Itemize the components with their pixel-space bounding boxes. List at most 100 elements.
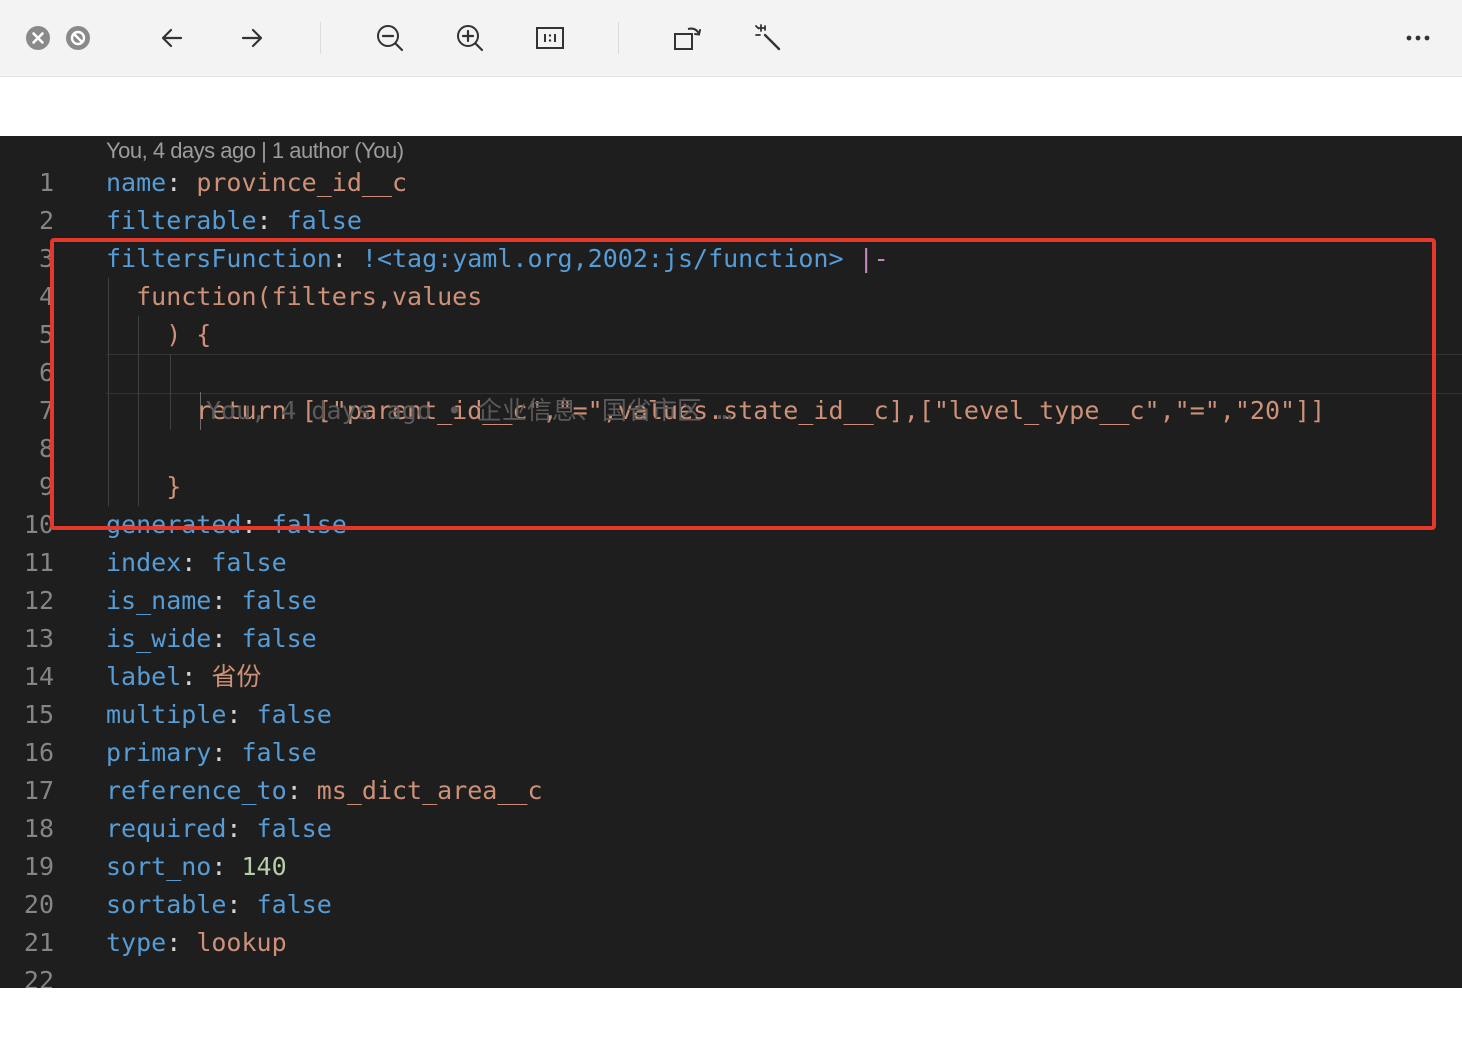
line-number: 3 [38,244,54,273]
zoom-out-icon[interactable] [372,20,408,56]
yaml-separator: : [181,662,212,691]
line-content: index: false [106,544,287,582]
code-text: } [106,472,182,501]
line-number: 19 [23,852,54,881]
code-line: 15 multiple: false [0,696,1462,734]
line-number: 12 [23,586,54,615]
yaml-separator: : [241,510,272,539]
yaml-value: 140 [241,852,287,881]
code-line: 21 type: lookup [0,924,1462,962]
yaml-key: reference_to [106,776,287,805]
yaml-value: false [241,624,317,653]
line-content: type: lookup [106,924,287,962]
yaml-key: name [106,168,167,197]
line-content: sortable: false [106,886,332,924]
code-line: 20 sortable: false [0,886,1462,924]
line-number: 11 [23,548,54,577]
line-content: multiple: false [106,696,332,734]
yaml-value: false [211,548,287,577]
line-content: sort_no: 140 [106,848,287,886]
yaml-key: is_name [106,586,212,615]
yaml-separator: : [211,738,242,767]
line-number: 4 [38,282,54,311]
zoom-in-icon[interactable] [452,20,488,56]
code-text: function(filters,values [106,282,483,311]
yaml-key: multiple [106,700,227,729]
code-editor-image: You, 4 days ago | 1 author (You) 1 name: … [0,136,1462,988]
yaml-value: !<tag:yaml.org,2002:js/function> [361,244,844,273]
code-line: 13 is_wide: false [0,620,1462,658]
yaml-separator: : [166,928,197,957]
code-line: 12 is_name: false [0,582,1462,620]
code-line: 17 reference_to: ms_dict_area__c [0,772,1462,810]
line-content: required: false [106,810,332,848]
line-number: 13 [23,624,54,653]
toolbar-divider [618,22,619,54]
stop-icon[interactable] [60,20,96,56]
forward-arrow-icon[interactable] [234,20,270,56]
rotate-icon[interactable] [670,20,706,56]
line-number: 10 [23,510,54,539]
yaml-separator: : [331,244,362,273]
line-number: 21 [23,928,54,957]
yaml-key: generated [106,510,242,539]
yaml-key: index [106,548,182,577]
code-line: 14 label: 省份 [0,658,1462,696]
code-line: 16 primary: false [0,734,1462,772]
inline-blame: You, 4 days ago • 企业信息、国省市区 … [0,354,1462,425]
line-number: 17 [23,776,54,805]
yaml-separator: : [211,586,242,615]
code-line: 22 [0,962,1462,988]
git-blame-header: You, 4 days ago | 1 author (You) [106,138,404,163]
yaml-block-indicator: |- [843,244,889,273]
yaml-key: type [106,928,167,957]
yaml-value: false [286,206,362,235]
more-icon[interactable] [1400,20,1436,56]
yaml-separator: : [211,624,242,653]
yaml-separator: : [181,548,212,577]
image-viewer-toolbar [0,0,1462,77]
line-number: 9 [38,472,54,501]
code-line: 1 name: province_id__c [0,164,1462,202]
line-content: primary: false [106,734,317,772]
magic-wand-icon[interactable] [750,20,786,56]
line-content: name: province_id__c [106,164,407,202]
yaml-separator: : [166,168,197,197]
code-text: ) { [106,320,212,349]
yaml-separator: : [226,890,257,919]
yaml-separator: : [286,776,317,805]
line-content: filterable: false [106,202,362,240]
yaml-separator: : [256,206,287,235]
line-number: 16 [23,738,54,767]
line-content: function(filters,values [106,278,482,316]
line-content: is_name: false [106,582,317,620]
yaml-separator: : [211,852,242,881]
code-line: 5 ) { [0,316,1462,354]
yaml-key: sortable [106,890,227,919]
actual-size-icon[interactable] [532,20,568,56]
back-arrow-icon[interactable] [154,20,190,56]
yaml-value: province_id__c [196,168,408,197]
code-line: 3 filtersFunction: !<tag:yaml.org,2002:js… [0,240,1462,278]
line-number: 1 [38,168,54,197]
line-number: 20 [23,890,54,919]
yaml-value: ms_dict_area__c [316,776,543,805]
yaml-value: false [241,586,317,615]
line-number: 14 [23,662,54,691]
code-line: 4 function(filters,values [0,278,1462,316]
yaml-key: sort_no [106,852,212,881]
line-content: filtersFunction: !<tag:yaml.org,2002:js/… [106,240,889,278]
code-line: 10 generated: false [0,506,1462,544]
line-content: ) { [106,316,211,354]
yaml-value: false [271,510,347,539]
code-line: 2 filterable: false [0,202,1462,240]
close-icon[interactable] [20,20,56,56]
line-content: is_wide: false [106,620,317,658]
yaml-key: is_wide [106,624,212,653]
yaml-separator: : [226,814,257,843]
yaml-key: label [106,662,182,691]
toolbar-divider [320,22,321,54]
code-line: 18 required: false [0,810,1462,848]
line-number: 15 [23,700,54,729]
line-number: 18 [23,814,54,843]
